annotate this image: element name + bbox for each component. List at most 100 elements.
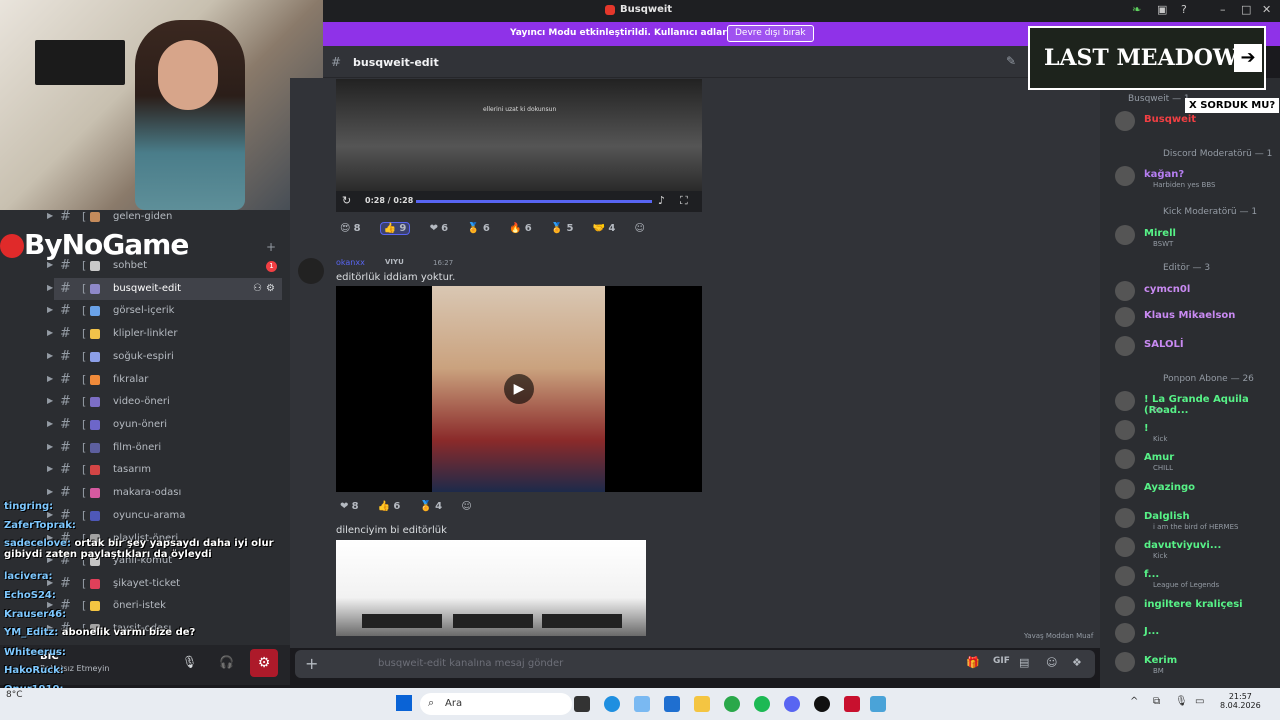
gear-icon[interactable]: ⚙ [266, 283, 275, 294]
expand-arrow-icon[interactable]: ▶ [47, 374, 53, 383]
member-item[interactable]: Busqweit [1115, 111, 1280, 133]
windows-start-icon[interactable] [396, 695, 412, 711]
microphone-icon[interactable]: 🎙 [182, 655, 197, 669]
member-name: Mirell [1144, 228, 1176, 239]
member-item[interactable]: Mirell BSWT [1115, 225, 1280, 248]
avatar [1115, 449, 1135, 469]
channel-klipler-linkler[interactable]: ▶ # [klipler-linkler [0, 323, 290, 345]
expand-arrow-icon[interactable]: ▶ [47, 419, 53, 428]
member-item[interactable]: J... [1115, 623, 1280, 645]
reaction[interactable]: 👍 6 [378, 501, 401, 512]
discord-icon[interactable] [784, 696, 800, 712]
network-icon[interactable]: ⧉ [1153, 696, 1160, 707]
member-item[interactable]: Dalglish i am the bird of HERMES [1115, 508, 1280, 531]
add-reaction-icon[interactable]: ☺ [634, 223, 644, 234]
settings-icon[interactable]: ⚙ [250, 649, 278, 677]
copilot-icon[interactable] [634, 696, 650, 712]
channel-fıkralar[interactable]: ▶ # [fıkralar [0, 369, 290, 391]
file-explorer-icon[interactable] [694, 696, 710, 712]
attach-plus-icon[interactable]: + [305, 654, 318, 673]
channel-busqweit-edit[interactable]: ▶ # [busqweit-edit [47, 278, 282, 300]
taskbar-clock[interactable]: 21:57 8.04.2026 [1220, 692, 1261, 710]
video-player[interactable]: ellerini uzat ki dokunsun [336, 79, 702, 191]
reaction-selected[interactable]: 👍 9 [379, 222, 411, 235]
member-item[interactable]: Klaus Mikaelson [1115, 307, 1280, 329]
message-author[interactable]: okanxx [336, 258, 365, 267]
add-member-icon[interactable]: ⚇ [253, 283, 262, 294]
expand-arrow-icon[interactable]: ▶ [47, 396, 53, 405]
reaction[interactable]: 🔥 6 [509, 223, 532, 234]
video-progress-bar[interactable] [416, 200, 652, 203]
apps-icon[interactable]: ❖ [1072, 656, 1082, 669]
maximize-button[interactable]: □ [1241, 3, 1251, 16]
reaction[interactable]: 😍 8 [340, 223, 361, 234]
video-player[interactable]: ▶ [336, 286, 702, 492]
headphones-icon[interactable]: 🎧 [219, 655, 234, 669]
expand-arrow-icon[interactable]: ▶ [47, 351, 53, 360]
app-icon[interactable] [844, 696, 860, 712]
reaction[interactable]: 🏅 4 [420, 501, 443, 512]
tray-chevron-icon[interactable]: ^ [1130, 696, 1138, 707]
member-item[interactable]: ingiltere kraliçesi [1115, 596, 1280, 618]
channel-video-öneri[interactable]: ▶ # [video-öneri [0, 391, 290, 413]
expand-arrow-icon[interactable]: ▶ [47, 487, 53, 496]
volume-icon[interactable]: ♪ [658, 194, 665, 207]
disable-streamer-mode-button[interactable]: Devre dışı bırak [727, 25, 814, 42]
reaction[interactable]: 🤝 4 [593, 223, 616, 234]
expand-arrow-icon[interactable]: ▶ [47, 305, 53, 314]
taskbar-search[interactable]: Ara [420, 693, 572, 715]
leaf-icon[interactable]: ❧ [1132, 3, 1141, 16]
sticker-icon[interactable]: ▤ [1019, 656, 1029, 669]
inbox-icon[interactable]: ▣ [1157, 3, 1167, 16]
reaction[interactable]: ❤ 6 [430, 223, 449, 234]
minimize-button[interactable]: – [1220, 3, 1226, 16]
member-item[interactable]: f... League of Legends [1115, 566, 1280, 589]
mic-tray-icon[interactable]: 🎙 [1175, 696, 1188, 707]
reaction[interactable]: ❤ 8 [340, 501, 359, 512]
gift-icon[interactable]: 🎁 [966, 656, 980, 669]
replay-icon[interactable]: ↻ [342, 194, 351, 207]
close-button[interactable]: ✕ [1262, 3, 1271, 16]
member-item[interactable]: Amur CHILL [1115, 449, 1280, 472]
channel-tasarım[interactable]: ▶ # [tasarım [0, 459, 290, 481]
message-composer[interactable]: + busqweit-edit kanalına mesaj gönder 🎁 … [295, 650, 1095, 678]
expand-arrow-icon[interactable]: ▶ [47, 464, 53, 473]
pin-icon[interactable]: ✎ [1006, 54, 1016, 68]
reaction[interactable]: 🏅 6 [467, 223, 490, 234]
taskview-icon[interactable] [574, 696, 590, 712]
avatar[interactable] [298, 258, 324, 284]
member-item[interactable]: ! Kick [1115, 420, 1280, 443]
store-icon[interactable] [664, 696, 680, 712]
member-item[interactable]: ! La Grande Aquila (Road... 61 [1115, 391, 1280, 416]
obs-icon[interactable] [814, 696, 830, 712]
member-item[interactable]: SALOLİ [1115, 336, 1280, 358]
member-item[interactable]: Kerim BM [1115, 652, 1280, 675]
fullscreen-icon[interactable]: ⛶ [680, 194, 688, 208]
expand-arrow-icon[interactable]: ▶ [47, 328, 53, 337]
channel-film-öneri[interactable]: ▶ # [film-öneri [0, 437, 290, 459]
member-item[interactable]: Ayazingo [1115, 479, 1280, 501]
expand-arrow-icon[interactable]: ▶ [47, 211, 53, 220]
emoji-icon[interactable]: ☺ [1046, 656, 1057, 669]
channel-soğuk-espiri[interactable]: ▶ # [soğuk-espiri [0, 346, 290, 368]
spotify-icon[interactable] [754, 696, 770, 712]
channel-görsel-içerik[interactable]: ▶ # [görsel-içerik [0, 300, 290, 322]
expand-arrow-icon[interactable]: ▶ [47, 600, 53, 609]
settings-app-icon[interactable] [870, 696, 886, 712]
reaction[interactable]: 🏅 5 [551, 223, 574, 234]
image-attachment[interactable] [336, 540, 646, 636]
add-reaction-icon[interactable]: ☺ [461, 501, 471, 512]
member-item[interactable]: davutviyuvi... Kick [1115, 537, 1280, 560]
expand-arrow-icon[interactable]: ▶ [47, 442, 53, 451]
channel-oyun-öneri[interactable]: ▶ # [oyun-öneri [0, 414, 290, 436]
edge-icon[interactable] [604, 696, 620, 712]
help-icon[interactable]: ? [1181, 3, 1187, 16]
add-channel-icon[interactable]: + [266, 240, 276, 254]
chrome-icon[interactable] [724, 696, 740, 712]
member-item[interactable]: cymcn0l [1115, 281, 1280, 303]
gif-icon[interactable]: GIF [993, 656, 1010, 666]
display-tray-icon[interactable]: ▭ [1195, 696, 1204, 707]
expand-arrow-icon[interactable]: ▶ [47, 283, 53, 292]
member-item[interactable]: kağan? Harbiden yes BBS [1115, 166, 1280, 189]
play-icon[interactable]: ▶ [504, 374, 534, 404]
